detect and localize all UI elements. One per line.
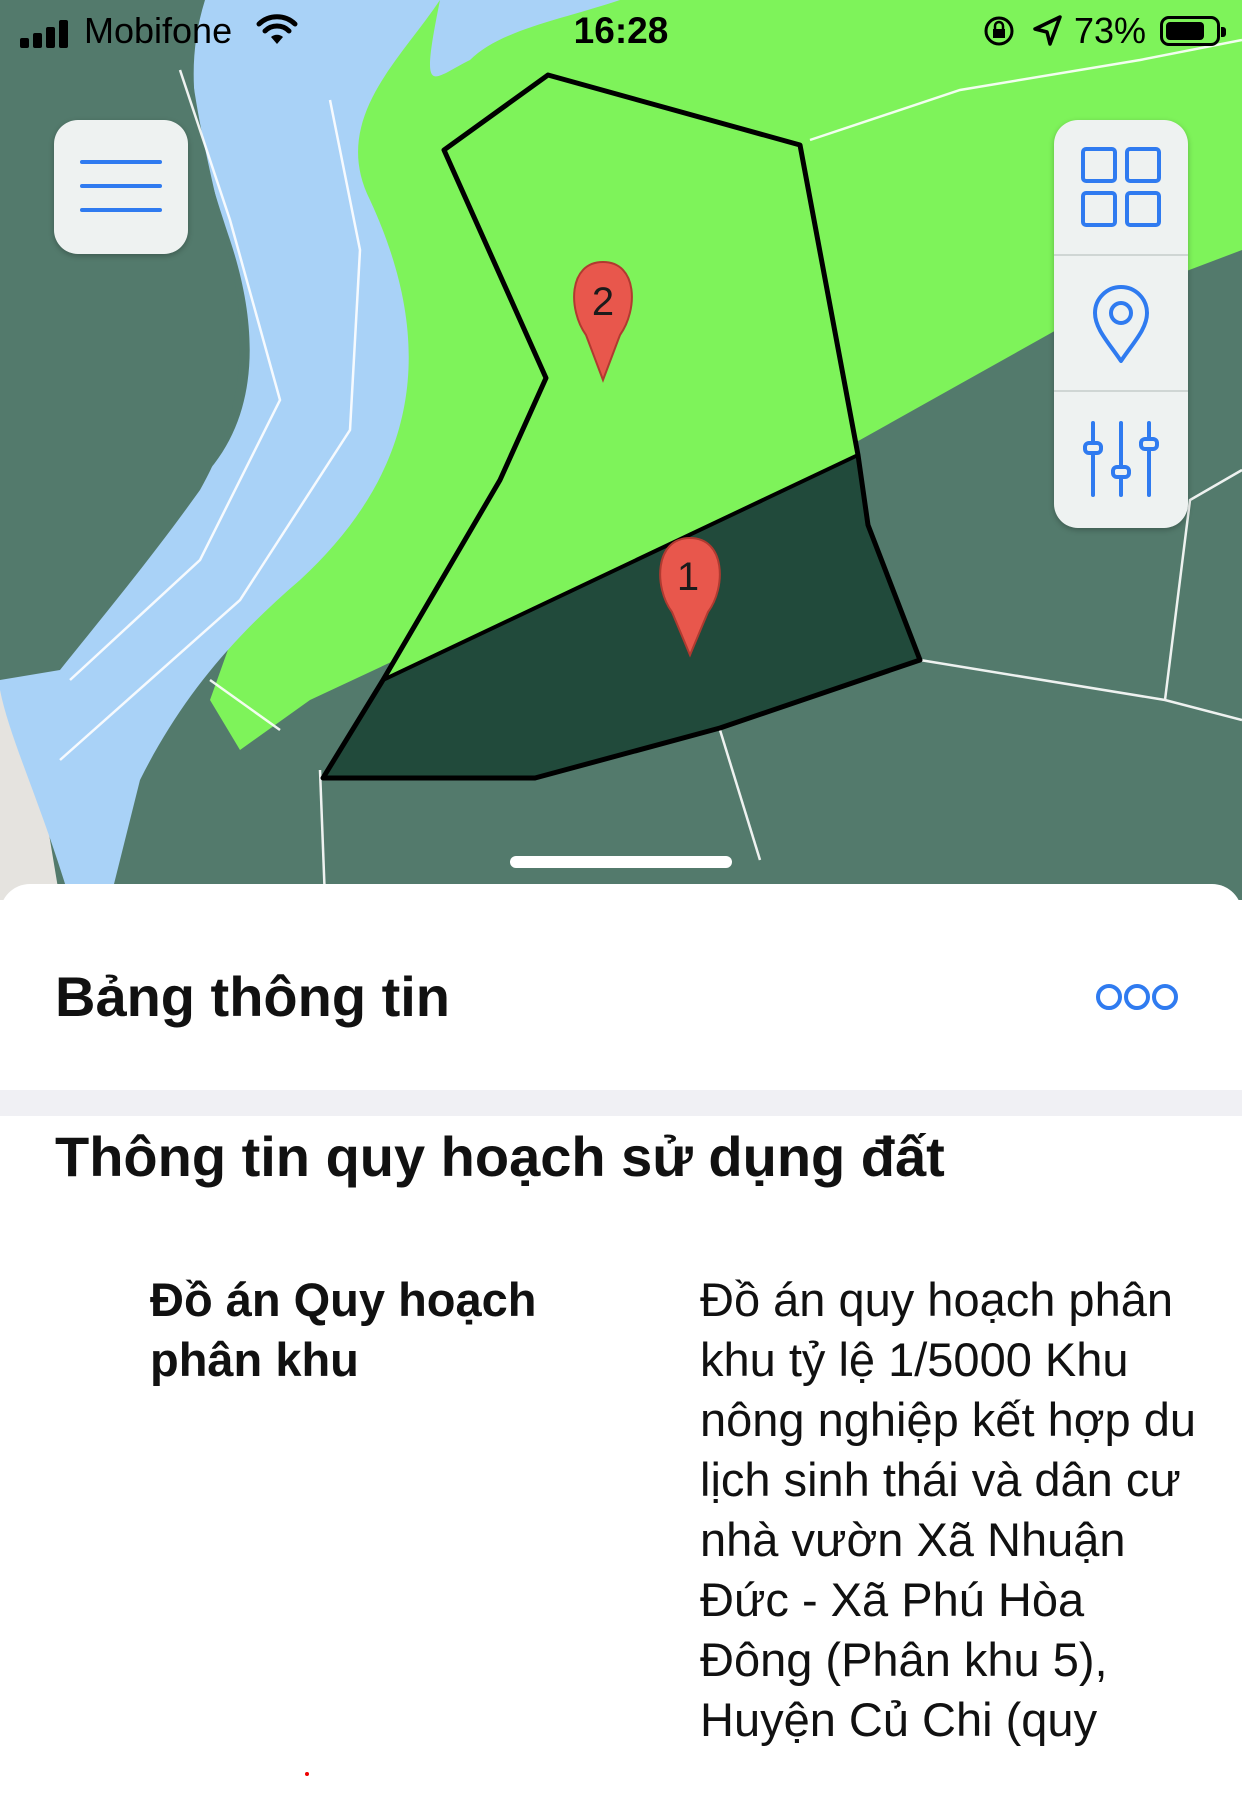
home-indicator[interactable] [510, 856, 732, 868]
menu-button[interactable] [54, 120, 188, 254]
sliders-filter-icon [1083, 421, 1159, 497]
section-separator [0, 1090, 1242, 1116]
status-bar: Mobifone 16:28 73% [0, 0, 1242, 64]
plan-label: Đồ án Quy hoạch phân khu [150, 1273, 537, 1386]
battery-icon [1160, 16, 1226, 46]
sheet-title: Bảng thông tin [55, 965, 451, 1028]
layers-button[interactable] [1054, 120, 1188, 254]
plan-value: Đồ án quy hoạch phân khu tỷ lệ 1/5000 Kh… [700, 1273, 1197, 1746]
marker-2-label: 2 [592, 280, 614, 324]
location-arrow-icon [1033, 15, 1062, 46]
marker-dot [305, 1772, 309, 1776]
rotation-lock-icon [984, 16, 1014, 46]
info-sheet[interactable]: Bảng thông tin Thông tin quy hoạch sử dụ… [0, 884, 1242, 1814]
battery-percent: 73% [1074, 10, 1147, 51]
filter-button[interactable] [1054, 392, 1188, 526]
more-button[interactable] [1096, 976, 1178, 1016]
map-tools-panel [1054, 120, 1188, 528]
section-title: Thông tin quy hoạch sử dụng đất [55, 1125, 945, 1188]
marker-1-label: 1 [677, 555, 699, 599]
location-pin-icon [1093, 285, 1149, 363]
locate-button[interactable] [1054, 256, 1188, 390]
grid-layers-icon [1081, 147, 1161, 227]
